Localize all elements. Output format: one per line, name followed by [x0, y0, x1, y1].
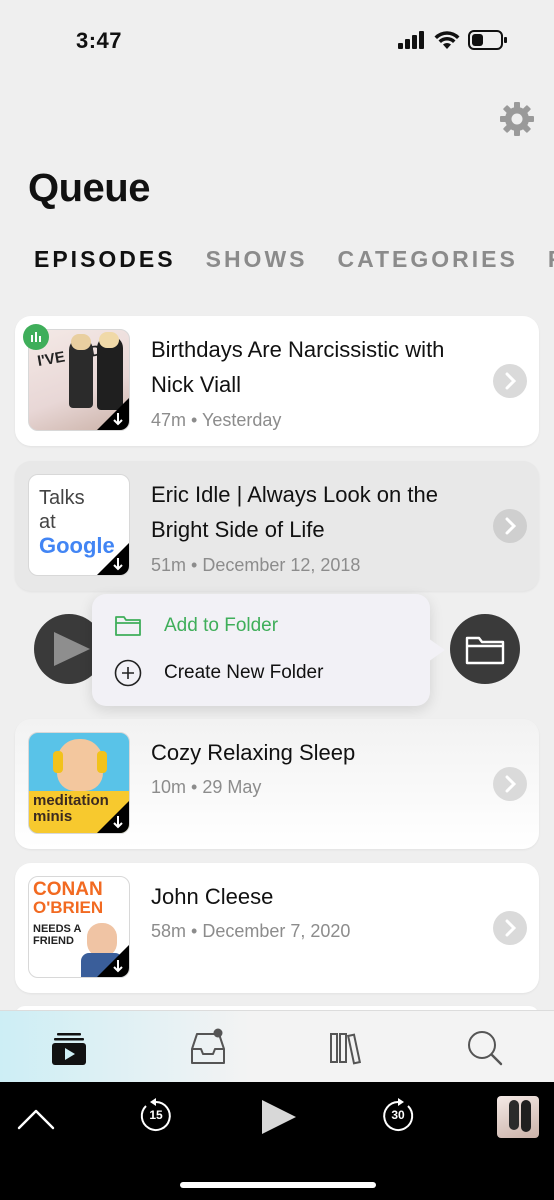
- equalizer-icon: [31, 332, 41, 342]
- episode-card[interactable]: meditation minis Cozy Relaxing Sleep 10m…: [15, 719, 539, 849]
- skip-back-label: 15: [149, 1108, 163, 1122]
- downloaded-icon: [97, 801, 129, 833]
- episode-artwork: Talks at Google: [28, 474, 130, 576]
- artwork-line: O'BRIEN: [33, 898, 104, 917]
- skip-forward-label: 30: [391, 1108, 405, 1122]
- status-bar: 3:47: [0, 0, 554, 84]
- status-icons: [398, 30, 508, 50]
- folder-outline-icon: [115, 616, 141, 636]
- episode-artwork: CONAN O'BRIEN NEEDS A FRIEND: [28, 876, 130, 978]
- folder-context-menu: Add to Folder Create New Folder: [92, 594, 430, 706]
- cellular-signal-icon: [398, 31, 424, 49]
- episode-title: Eric Idle | Always Look on the Bright Si…: [151, 482, 438, 542]
- tab-episodes[interactable]: EPISODES: [34, 246, 176, 273]
- episode-card[interactable]: I'VE HAD IT Birthdays Are Narcissistic w…: [15, 316, 539, 446]
- episode-card[interactable]: Talks at Google Eric Idle | Always Look …: [15, 461, 539, 591]
- chevron-right-icon[interactable]: [493, 509, 527, 543]
- tab-queue[interactable]: [47, 1025, 91, 1069]
- tab-categories[interactable]: CATEGORIES: [338, 246, 518, 273]
- skip-back-button[interactable]: 15: [136, 1096, 176, 1136]
- play-icon[interactable]: [260, 1098, 298, 1136]
- category-tabs: EPISODES SHOWS CATEGORIES F: [34, 246, 554, 273]
- page-title: Queue: [28, 166, 150, 210]
- menu-label-create-new-folder: Create New Folder: [164, 662, 324, 683]
- artwork-line: minis: [33, 808, 73, 825]
- inbox-icon: [191, 1028, 225, 1064]
- episode-title: John Cleese: [151, 884, 274, 909]
- plus-circle-icon: [114, 659, 142, 687]
- episode-meta: 10m • 29 May: [151, 777, 262, 797]
- now-playing-badge: [23, 324, 49, 350]
- skip-forward-button[interactable]: 30: [378, 1096, 418, 1136]
- chevron-right-icon[interactable]: [493, 911, 527, 945]
- tab-library[interactable]: [325, 1025, 369, 1069]
- tab-search[interactable]: [462, 1025, 506, 1069]
- folder-icon: [465, 636, 505, 665]
- tab-inbox[interactable]: [186, 1025, 230, 1069]
- downloaded-icon: [97, 945, 129, 977]
- episode-meta: 47m • Yesterday: [151, 410, 282, 430]
- now-playing-artwork[interactable]: [497, 1096, 539, 1138]
- chevron-right-icon[interactable]: [493, 767, 527, 801]
- queue-icon: [52, 1033, 86, 1065]
- downloaded-icon: [97, 398, 129, 430]
- menu-pointer: [425, 636, 445, 664]
- battery-icon: [468, 30, 507, 50]
- downloaded-icon: [97, 543, 129, 575]
- settings-gear-icon[interactable]: [498, 100, 536, 138]
- chevron-right-icon[interactable]: [493, 364, 527, 398]
- artwork-line: FRIEND: [33, 935, 74, 947]
- search-icon: [468, 1031, 503, 1066]
- chevron-up-icon[interactable]: [16, 1106, 56, 1132]
- folder-button[interactable]: [450, 614, 520, 684]
- episode-title: Cozy Relaxing Sleep: [151, 740, 356, 765]
- bottom-tab-bar: [0, 1010, 554, 1082]
- episode-meta: 58m • December 7, 2020: [151, 921, 351, 941]
- episode-meta: 51m • December 12, 2018: [151, 555, 361, 575]
- menu-item-create-new-folder[interactable]: Create New Folder: [114, 659, 323, 687]
- tab-folders[interactable]: F: [548, 246, 554, 273]
- artwork-line: at: [39, 511, 56, 533]
- home-indicator: [180, 1182, 376, 1188]
- menu-item-add-to-folder[interactable]: Add to Folder: [114, 614, 278, 638]
- artwork-line: Talks: [39, 487, 85, 509]
- status-time: 3:47: [76, 28, 123, 53]
- tab-shows[interactable]: SHOWS: [206, 246, 308, 273]
- menu-label-add-to-folder: Add to Folder: [164, 615, 279, 636]
- episode-artwork: meditation minis: [28, 732, 130, 834]
- episode-card[interactable]: CONAN O'BRIEN NEEDS A FRIEND John Cleese…: [15, 863, 539, 993]
- artwork-line: NEEDS A: [33, 923, 82, 935]
- wifi-icon: [434, 31, 460, 49]
- library-icon: [330, 1033, 362, 1065]
- episode-title: Birthdays Are Narcissistic with Nick Via…: [151, 337, 445, 397]
- artwork-line: CONAN: [33, 879, 103, 900]
